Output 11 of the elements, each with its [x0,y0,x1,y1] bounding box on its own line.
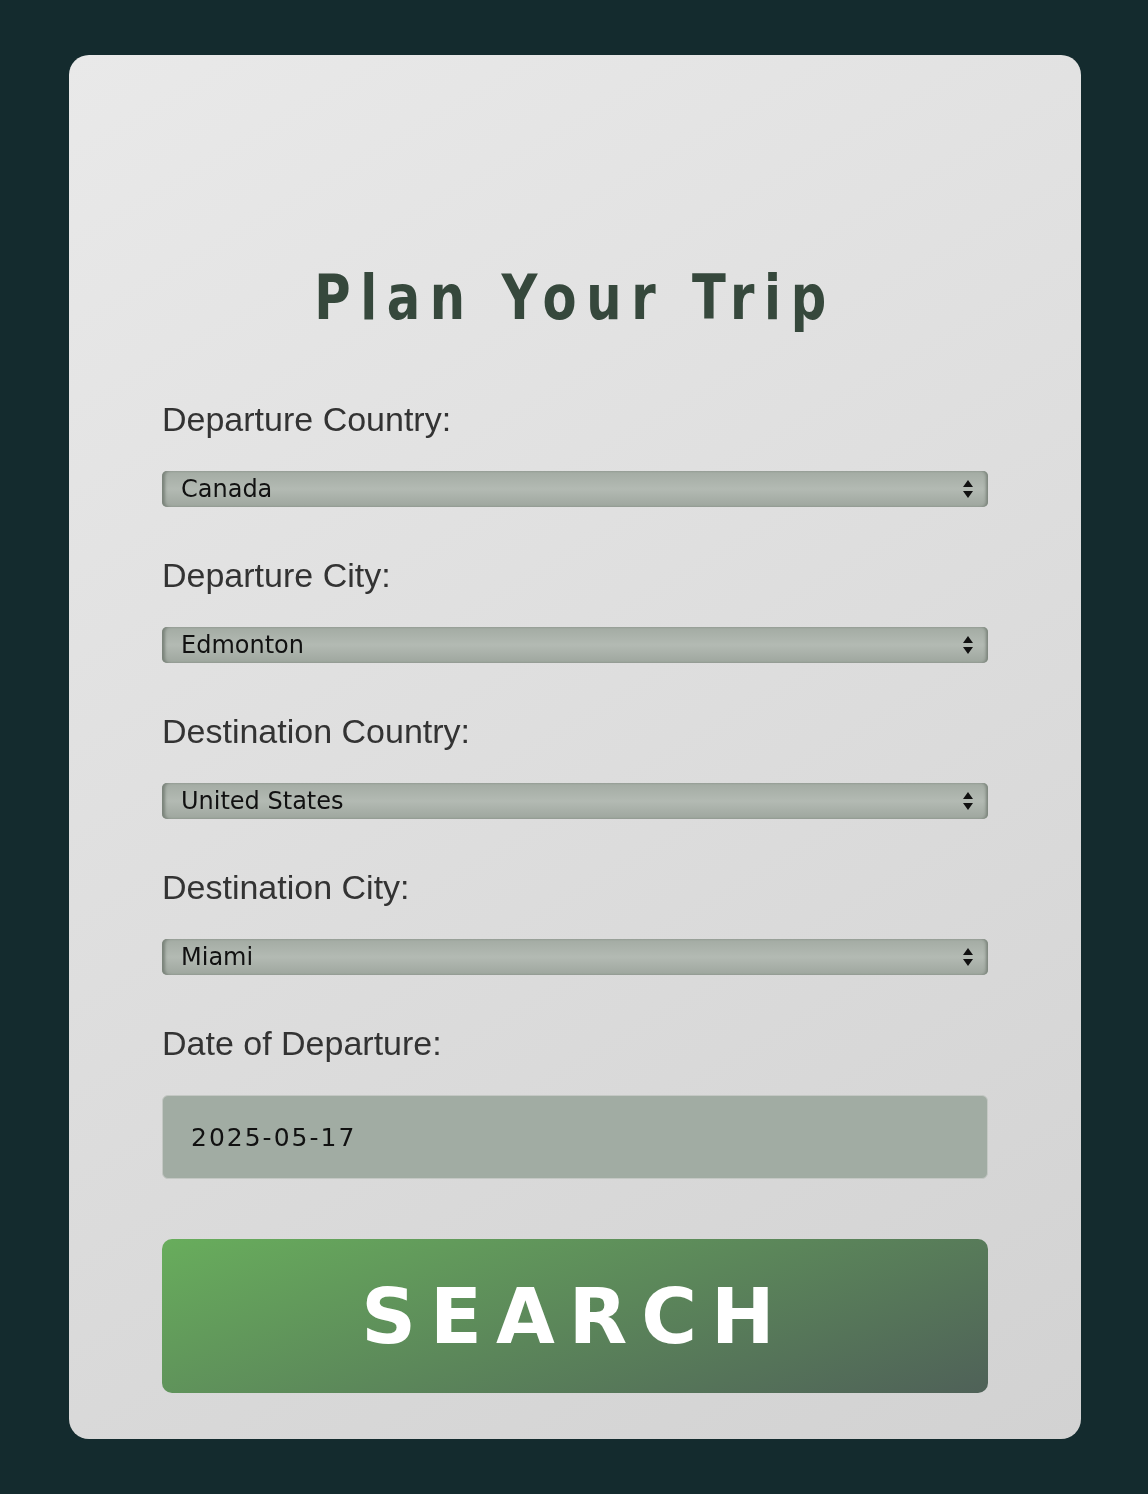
field-label: Departure City: [162,555,392,595]
dropdown[interactable]: United States [162,783,988,819]
field-label: Destination City: [162,867,411,907]
date-field[interactable]: 2025-05-17 [162,1095,988,1179]
field-label: Date of Departure: [162,1023,443,1063]
dropdown[interactable]: Miami [162,939,988,975]
dropdown[interactable]: Edmonton [162,627,988,663]
field-label: Departure Country: [162,399,453,439]
field-label: Destination Country: [162,711,472,751]
search-button[interactable]: SEARCH [162,1239,988,1393]
dropdown[interactable]: Canada [162,471,988,507]
